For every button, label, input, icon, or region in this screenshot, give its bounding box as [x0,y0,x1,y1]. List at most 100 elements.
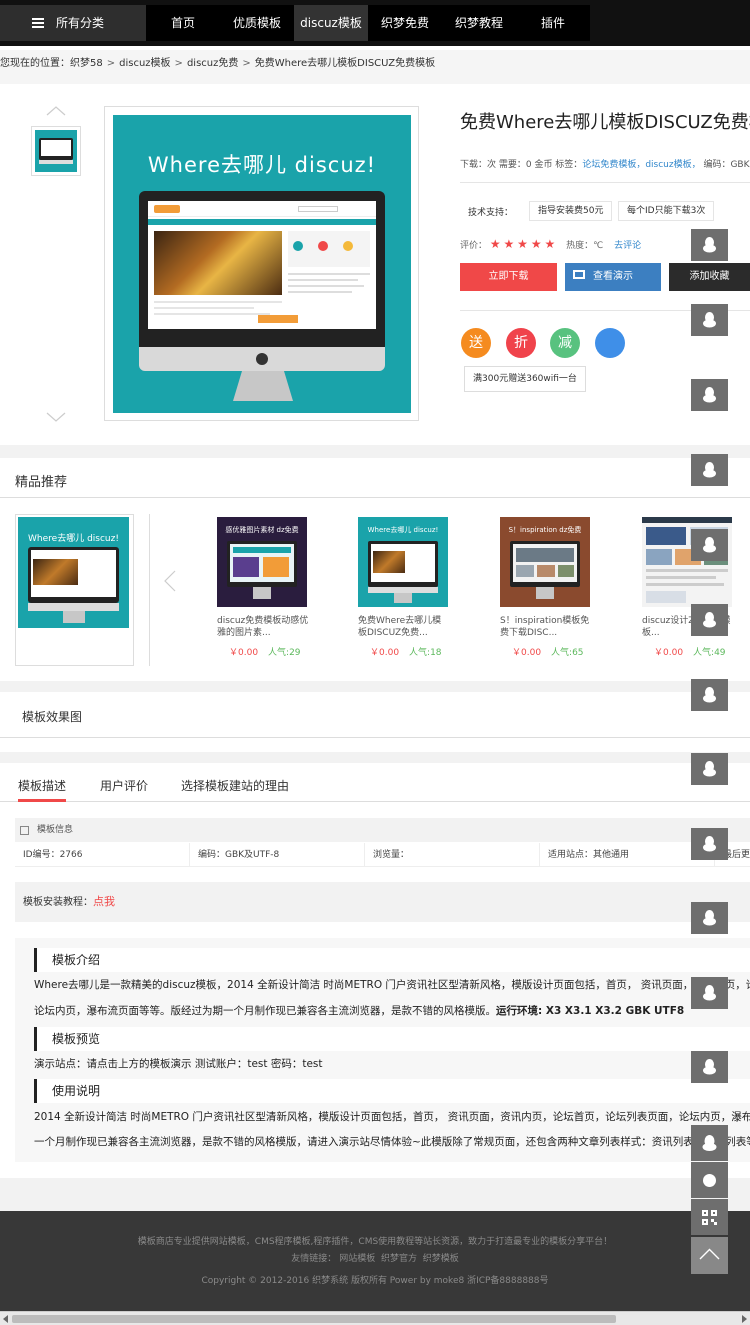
tab-reasons[interactable]: 选择模板建站的理由 [181,777,289,802]
support-label: 技术支持： [468,208,514,218]
recommend-item-price: ￥0.00 人气:49 [642,645,734,658]
recommend-item-name[interactable]: 免费Where去哪儿模板DISCUZ免费... [358,615,450,639]
effect-title: 模板效果图 [22,710,83,724]
star-icon[interactable]: ★ [531,237,542,251]
qq-float-button[interactable] [691,379,728,411]
scroll-right-icon[interactable] [742,1315,747,1323]
recommend-item-image[interactable]: S！inspiration dz免费 [500,517,590,607]
recommend-item-price: ￥0.00 人气:29 [217,645,309,658]
nav-item-discuz[interactable]: discuz模板 [294,5,368,41]
promo-blue-badge[interactable] [595,328,625,358]
qq-penguin-icon [703,1059,716,1075]
thumbnail-image[interactable] [31,126,81,176]
star-icon[interactable]: ★ [490,237,501,251]
breadcrumb-discuz-free[interactable]: discuz免费 [187,58,238,69]
qq-penguin-icon [702,1135,717,1151]
qq-float-button[interactable] [691,304,728,336]
chevron-up-icon[interactable] [46,106,66,116]
divider [460,182,750,183]
friend-link[interactable]: 网站模板 [339,1254,375,1264]
usage-line-1: 2014 全新设计简洁 时尚METRO 门户资讯社区型清新风格，模版设计页面包括… [34,1111,750,1123]
recommend-item-image[interactable]: 感优雅图片素材 dz免费 [217,517,307,607]
chevron-left-icon[interactable] [164,570,176,592]
install-link[interactable]: 点我 [93,895,115,908]
promo-discount-badge[interactable]: 折 [506,328,536,358]
qq-float-button[interactable] [691,902,728,934]
recommend-item[interactable]: 感优雅图片素材 dz免费 discuz免费模板动感优雅的图片素... ￥0.00… [217,517,309,658]
nav-item-home[interactable]: 首页 [146,5,220,41]
qq-float-button[interactable] [691,977,728,1009]
section-heading-intro: 模板介绍 [34,948,750,972]
breadcrumb-home[interactable]: 织梦58 [70,58,103,69]
section-heading-usage: 使用说明 [34,1079,750,1103]
qq-float-button[interactable] [691,529,728,561]
all-categories-button[interactable]: 所有分类 [0,5,146,41]
nav-item-plugins[interactable]: 插件 [516,5,590,41]
product-meta-suffix: 编码：GBK及UTF-8 [703,160,750,170]
nav-item-dede-tutorial[interactable]: 织梦教程 [442,5,516,41]
qq-float-button[interactable] [691,1051,728,1083]
recommend-item-name[interactable]: S！inspiration模板免费下载DISC... [500,615,592,639]
recommend-item-image[interactable]: Where去哪儿 discuz! [358,517,448,607]
compass-button[interactable] [691,1162,728,1198]
product-meta-prefix: 下载：次 需要：0 金币 标签： [460,160,583,170]
info-views: 浏览量： [365,843,540,867]
qrcode-icon [702,1210,717,1225]
scroll-left-icon[interactable] [3,1315,8,1323]
support-tag-limit: 每个ID只能下载3次 [618,201,715,221]
template-info-row: ID编号：2766 编码：GBK及UTF-8 浏览量： 适用站点：其他通用 最后… [15,843,750,867]
qq-penguin-icon [703,836,716,852]
qq-float-button[interactable] [691,229,728,261]
recommend-featured-title: Where去哪儿 discuz! [28,534,119,544]
intro-line-2: 论坛内页，瀑布流页面等等。版经过为期一个月制作现已兼容各主流浏览器，是款不错的风… [34,1004,684,1018]
demo-button[interactable]: 查看演示 [565,263,661,291]
recommend-item[interactable]: Where去哪儿 discuz! 免费Where去哪儿模板DISCUZ免费...… [358,517,450,658]
favorite-button[interactable]: 添加收藏 [669,263,750,291]
nav-item-premium[interactable]: 优质模板 [220,5,294,41]
friend-link[interactable]: 织梦官方 [381,1254,417,1264]
info-encoding: 编码：GBK及UTF-8 [190,843,365,867]
qq-float-button[interactable] [691,753,728,785]
scroll-thumb[interactable] [12,1315,616,1323]
recommend-item-name[interactable]: discuz免费模板动感优雅的图片素... [217,615,309,639]
recommend-item-image-title: Where去哪儿 discuz! [367,526,439,534]
friend-link[interactable]: 织梦模板 [423,1254,459,1264]
download-button[interactable]: 立即下载 [460,263,557,291]
star-icon[interactable]: ★ [517,237,528,251]
nav-item-dede-free[interactable]: 织梦免费 [368,5,442,41]
price-value: ￥0.00 [229,648,259,658]
install-label: 模板安装教程： [23,897,93,908]
template-info-header: 模板信息 [15,818,750,842]
star-icon[interactable]: ★ [504,237,515,251]
qq-float-button[interactable] [691,604,728,636]
popularity-value: 人气:29 [268,648,301,658]
qrcode-button[interactable] [691,1199,728,1235]
price-value: ￥0.00 [654,648,684,658]
section-separator [0,445,750,458]
main-product-image: Where去哪儿 discuz! [104,106,419,421]
horizontal-scrollbar[interactable] [0,1311,750,1325]
promo-reduce-badge[interactable]: 减 [550,328,580,358]
breadcrumb: 您现在的位置：织梦58 > discuz模板 > discuz免费 > 免费Where去哪儿… [0,50,750,84]
recommend-item[interactable]: S！inspiration dz免费 S！inspiration模板免费下载DI… [500,517,592,658]
recommend-featured[interactable]: Where去哪儿 discuz! [15,514,134,666]
divider [0,737,750,738]
qq-penguin-icon [703,462,716,478]
monitor-screen [148,201,376,329]
qq-float-button[interactable] [691,454,728,486]
chevron-down-icon[interactable] [46,412,66,422]
intro-line-1: Where去哪儿是一款精美的discuz模板，2014 全新设计简洁 时尚MET… [34,979,750,991]
product-tags-link[interactable]: 论坛免费模板，discuz模板， [582,160,700,170]
breadcrumb-discuz[interactable]: discuz模板 [119,58,170,69]
back-to-top-button[interactable] [691,1237,728,1274]
promo-gift-badge[interactable]: 送 [461,328,491,358]
tab-reviews[interactable]: 用户评价 [100,777,148,802]
qq-float-button[interactable] [691,828,728,860]
qq-float-button[interactable] [691,679,728,711]
comment-link[interactable]: 去评论 [614,241,641,251]
tab-description[interactable]: 模板描述 [18,777,67,802]
breadcrumb-separator: > [174,58,183,69]
star-icon[interactable]: ★ [544,237,555,251]
info-sites: 适用站点：其他通用 [540,843,715,867]
qq-float-button[interactable] [691,1125,728,1161]
